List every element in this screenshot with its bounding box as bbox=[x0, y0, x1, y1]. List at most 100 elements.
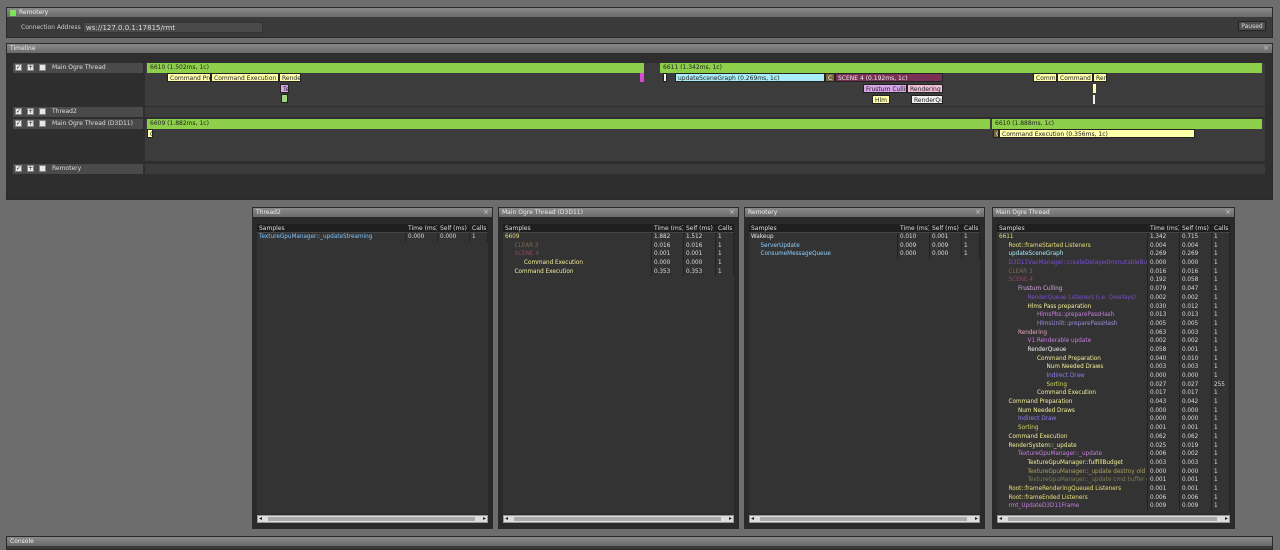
pause-button[interactable]: Paused bbox=[1238, 21, 1266, 31]
table-row[interactable]: ConsumeMessageQueue 0.000 0.000 1 bbox=[749, 250, 980, 260]
scroll-right-icon[interactable]: ▸ bbox=[975, 516, 978, 522]
table-row[interactable]: HlmsUnlit::preparePassHash 0.005 0.005 1 bbox=[997, 319, 1230, 329]
table-row[interactable]: Command Execution 0.353 0.353 1 bbox=[503, 267, 734, 277]
close-icon[interactable]: × bbox=[1263, 44, 1269, 53]
frame-bar[interactable]: 6610 (1.888ms, 1c) bbox=[992, 119, 1262, 129]
table-row[interactable]: TextureGpuManager::_update destroy old S… bbox=[997, 467, 1230, 477]
table-row[interactable]: Command Preparation 0.040 0.010 1 bbox=[997, 354, 1230, 364]
checkbox-icon[interactable]: ✓ bbox=[15, 108, 22, 115]
timeline-block[interactable] bbox=[1093, 95, 1095, 104]
expand-icon[interactable]: + bbox=[27, 165, 34, 172]
scroll-left-icon[interactable]: ◂ bbox=[751, 516, 754, 522]
timeline-block[interactable]: C bbox=[147, 129, 153, 138]
table-row[interactable]: V1 Renderable update 0.002 0.002 1 bbox=[997, 337, 1230, 346]
settings-icon[interactable] bbox=[39, 165, 46, 172]
table-row[interactable]: RenderQueue Listeners (i.e. Overlays) 0.0… bbox=[997, 293, 1230, 303]
horizontal-scrollbar[interactable]: ◂ ▸ bbox=[257, 515, 488, 523]
table-row[interactable]: TextureGpuManager::_updateStreaming 0.000… bbox=[257, 233, 488, 242]
timeline-block[interactable]: Command Pre bbox=[167, 73, 211, 82]
timeline-block[interactable]: SCENE 4 (0.192ms, 1c) bbox=[835, 73, 943, 82]
close-icon[interactable]: × bbox=[729, 208, 735, 217]
scroll-left-icon[interactable]: ◂ bbox=[505, 516, 508, 522]
column-header[interactable]: Self (ms) bbox=[684, 224, 716, 232]
timeline-block[interactable] bbox=[663, 73, 667, 82]
table-row[interactable]: SCENE 4 0.192 0.058 1 bbox=[997, 276, 1230, 286]
timeline-block[interactable]: Hlm bbox=[872, 95, 890, 104]
timeline-block[interactable]: Command bbox=[1057, 73, 1093, 82]
timeline-track-d3d11[interactable]: 6609 (1.882ms, 1c) 6610 (1.888ms, 1c) C … bbox=[145, 119, 1265, 161]
frame-bar[interactable]: 6610 (1.502ms, 1c) bbox=[147, 63, 644, 73]
scroll-right-icon[interactable]: ▸ bbox=[483, 516, 486, 522]
settings-icon[interactable] bbox=[39, 64, 46, 71]
timeline-block[interactable] bbox=[640, 73, 644, 82]
scroll-left-icon[interactable]: ◂ bbox=[259, 516, 262, 522]
connection-address-input[interactable]: ws://127.0.0.1:17815/rmt bbox=[83, 22, 263, 33]
column-header[interactable]: Time (ms) bbox=[898, 224, 930, 232]
column-header[interactable]: Calls bbox=[1212, 224, 1230, 232]
table-row[interactable]: Hlms Pass preparation 0.030 0.012 1 bbox=[997, 302, 1230, 312]
table-row[interactable]: Command Execution 0.017 0.017 1 bbox=[997, 389, 1230, 399]
timeline-block[interactable]: Rer bbox=[1093, 73, 1107, 82]
table-row[interactable]: Indirect Draw 0.000 0.000 1 bbox=[997, 372, 1230, 381]
timeline-block[interactable]: updateSceneGraph (0.269ms, 1c) bbox=[675, 73, 825, 82]
column-header[interactable]: Samples bbox=[257, 224, 406, 232]
horizontal-scrollbar[interactable]: ◂ ▸ bbox=[997, 515, 1230, 523]
table-row[interactable]: HlmsPbs::preparePassHash 0.013 0.013 1 bbox=[997, 311, 1230, 320]
timeline-block[interactable] bbox=[1093, 84, 1096, 93]
column-header[interactable]: Self (ms) bbox=[930, 224, 962, 232]
timeline-block[interactable]: Rende bbox=[279, 73, 301, 82]
table-row[interactable]: 6611 1.342 0.715 1 bbox=[997, 233, 1230, 242]
column-header[interactable]: Time (ms) bbox=[652, 224, 684, 232]
table-row[interactable]: Root::frameEnded Listeners 0.006 0.006 1 bbox=[997, 493, 1230, 503]
timeline-block[interactable]: Rendering bbox=[907, 84, 943, 93]
table-row[interactable]: rmt_UpdateD3D11Frame 0.009 0.009 1 bbox=[997, 502, 1230, 511]
timeline-block[interactable]: Comm bbox=[1033, 73, 1057, 82]
column-header[interactable]: Self (ms) bbox=[1180, 224, 1212, 232]
table-row[interactable]: updateSceneGraph 0.269 0.269 1 bbox=[997, 250, 1230, 260]
table-row[interactable]: ServerUpdate 0.009 0.009 1 bbox=[749, 241, 980, 251]
timeline-block[interactable]: Command Execution ( bbox=[211, 73, 279, 82]
scroll-right-icon[interactable]: ▸ bbox=[1225, 516, 1228, 522]
table-row[interactable]: RenderSystem::_update 0.025 0.019 1 bbox=[997, 441, 1230, 451]
expand-icon[interactable]: + bbox=[27, 64, 34, 71]
column-header[interactable]: Calls bbox=[716, 224, 734, 232]
column-header[interactable]: Self (ms) bbox=[438, 224, 470, 232]
timeline-block[interactable]: C bbox=[825, 73, 835, 82]
timeline-block[interactable]: Te bbox=[280, 84, 289, 93]
table-row[interactable]: Wakeup 0.010 0.001 1 bbox=[749, 233, 980, 242]
settings-icon[interactable] bbox=[39, 108, 46, 115]
column-header[interactable]: Time (ms) bbox=[406, 224, 438, 232]
scroll-thumb[interactable] bbox=[514, 517, 721, 521]
timeline-block[interactable]: RenderQu bbox=[911, 95, 943, 104]
scroll-thumb[interactable] bbox=[268, 517, 475, 521]
close-icon[interactable]: × bbox=[975, 208, 981, 217]
scroll-right-icon[interactable]: ▸ bbox=[729, 516, 732, 522]
column-header[interactable]: Samples bbox=[749, 224, 898, 232]
timeline-block[interactable] bbox=[281, 94, 288, 103]
column-header[interactable]: Time (ms) bbox=[1148, 224, 1180, 232]
table-row[interactable]: Command Preparation 0.043 0.042 1 bbox=[997, 398, 1230, 407]
table-row[interactable]: Num Needed Draws 0.000 0.000 1 bbox=[997, 406, 1230, 416]
table-row[interactable]: TextureGpuManager::_update cmd buffer ex… bbox=[997, 476, 1230, 485]
timeline-track-thread2[interactable] bbox=[145, 107, 1265, 117]
table-row[interactable]: Root::frameStarted Listeners 0.004 0.004 1 bbox=[997, 241, 1230, 251]
table-row[interactable]: 6609 1.882 1.512 1 bbox=[503, 233, 734, 242]
table-row[interactable]: Sorting 0.027 0.027 255 bbox=[997, 380, 1230, 390]
table-row[interactable]: TextureGpuManager::_update 0.006 0.002 1 bbox=[997, 450, 1230, 459]
table-row[interactable]: CLEAR 3 0.016 0.016 1 bbox=[997, 267, 1230, 277]
table-row[interactable]: Command Execution 0.062 0.062 1 bbox=[997, 432, 1230, 442]
timeline-block[interactable]: Command Execution (0.356ms, 1c) bbox=[999, 129, 1195, 138]
horizontal-scrollbar[interactable]: ◂ ▸ bbox=[749, 515, 980, 523]
table-row[interactable]: CLEAR 3 0.016 0.016 1 bbox=[503, 241, 734, 251]
column-header[interactable]: Calls bbox=[962, 224, 980, 232]
table-row[interactable]: Root::frameRenderingQueued Listeners 0.00… bbox=[997, 484, 1230, 494]
table-row[interactable]: Indirect Draw 0.000 0.000 1 bbox=[997, 415, 1230, 425]
close-icon[interactable]: × bbox=[483, 208, 489, 217]
expand-icon[interactable]: + bbox=[27, 108, 34, 115]
table-row[interactable]: Rendering 0.063 0.003 1 bbox=[997, 328, 1230, 338]
scroll-thumb[interactable] bbox=[1008, 517, 1217, 521]
table-row[interactable]: D3D11VaoManager::createDelayedImmutableB… bbox=[997, 259, 1230, 268]
timeline-track-main[interactable]: 6610 (1.502ms, 1c) 6611 (1.342ms, 1c) Co… bbox=[145, 63, 1265, 106]
horizontal-scrollbar[interactable]: ◂ ▸ bbox=[503, 515, 734, 523]
scroll-thumb[interactable] bbox=[760, 517, 967, 521]
